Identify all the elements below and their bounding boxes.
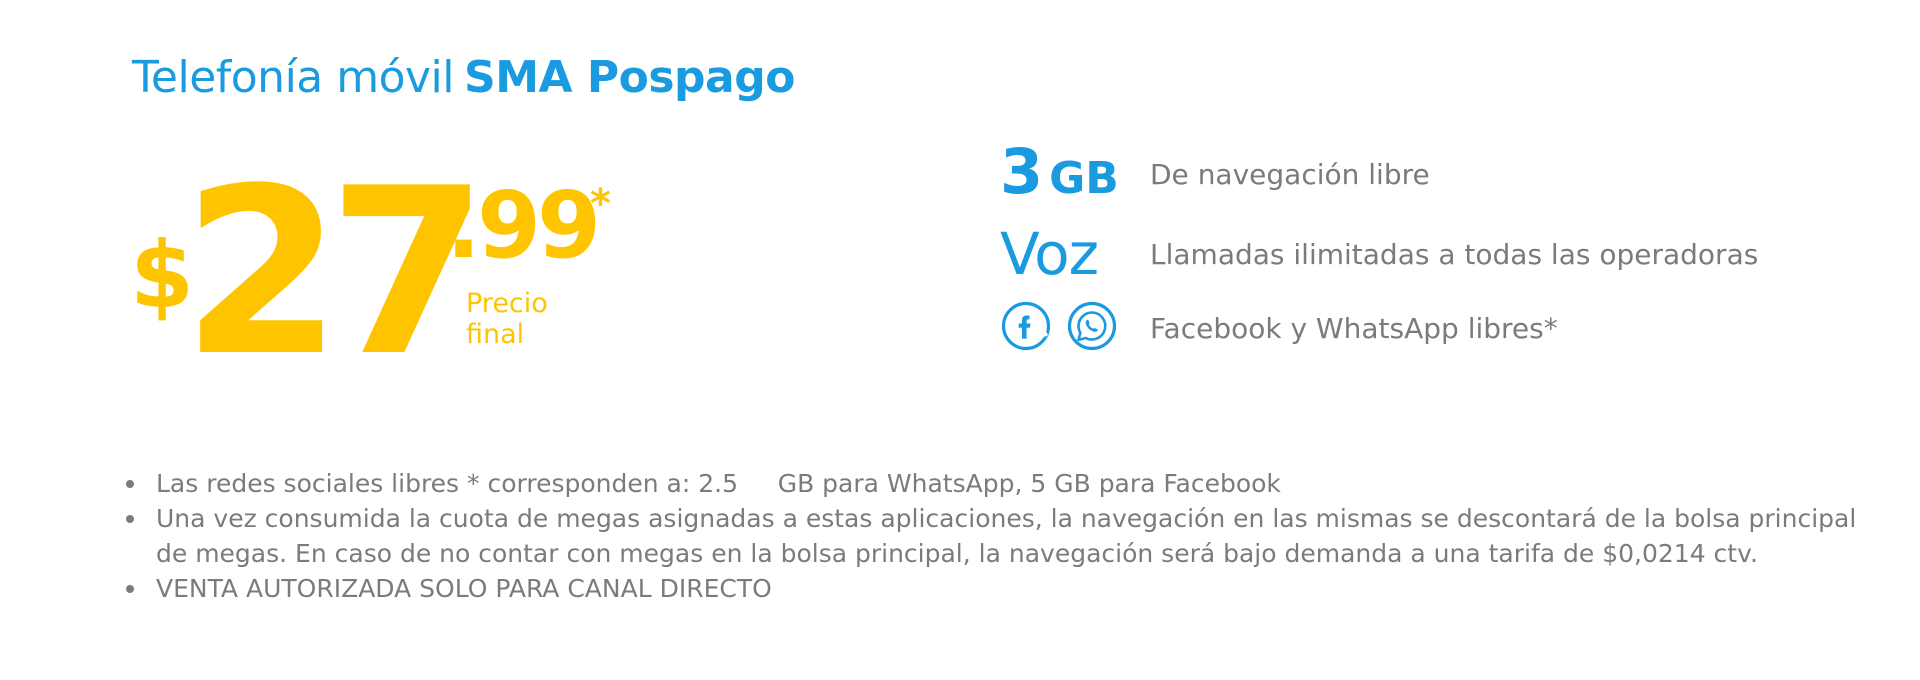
price-note: Precio final [466,288,548,350]
data-amount: 3 [1000,135,1044,208]
feature-social-description: Facebook y WhatsApp libres* [1150,312,1558,345]
facebook-icon [1000,300,1052,356]
plan-title-light: Telefonía móvil [132,52,455,103]
feature-data: 3 GB De navegación libre [1000,136,1880,216]
price-note-line1: Precio [466,288,548,319]
plan-title-bold: SMA Pospago [464,52,795,103]
terms-list: Las redes sociales libres * corresponden… [116,466,1876,606]
terms-item: Las redes sociales libres * corresponden… [126,466,1876,501]
data-unit: GB [1049,153,1119,204]
plan-title: Telefonía móvil SMA Pospago [132,48,795,108]
feature-voice-description: Llamadas ilimitadas a todas las operador… [1150,238,1759,271]
features-list: 3 GB De navegación libre Voz Llamadas ili… [1000,136,1880,370]
feature-social: Facebook y WhatsApp libres* [1000,296,1880,370]
terms-item: Una vez consumida la cuota de megas asig… [126,501,1876,571]
price-decimal: .99 [446,172,601,279]
price-block: $ 27 .99 * Precio final [130,154,650,394]
price-note-line2: final [466,319,525,350]
price-integer: 27 [182,140,488,407]
feature-data-description: De navegación libre [1150,158,1430,191]
whatsapp-icon [1066,300,1118,356]
feature-voice: Voz Llamadas ilimitadas a todas las oper… [1000,216,1880,296]
feature-voice-label: Voz [1000,220,1099,288]
terms-item: VENTA AUTORIZADA SOLO PARA CANAL DIRECTO [126,571,1876,606]
feature-data-amount: 3 GB [1000,136,1119,215]
social-icons [1000,300,1118,356]
price-asterisk: * [590,181,611,227]
